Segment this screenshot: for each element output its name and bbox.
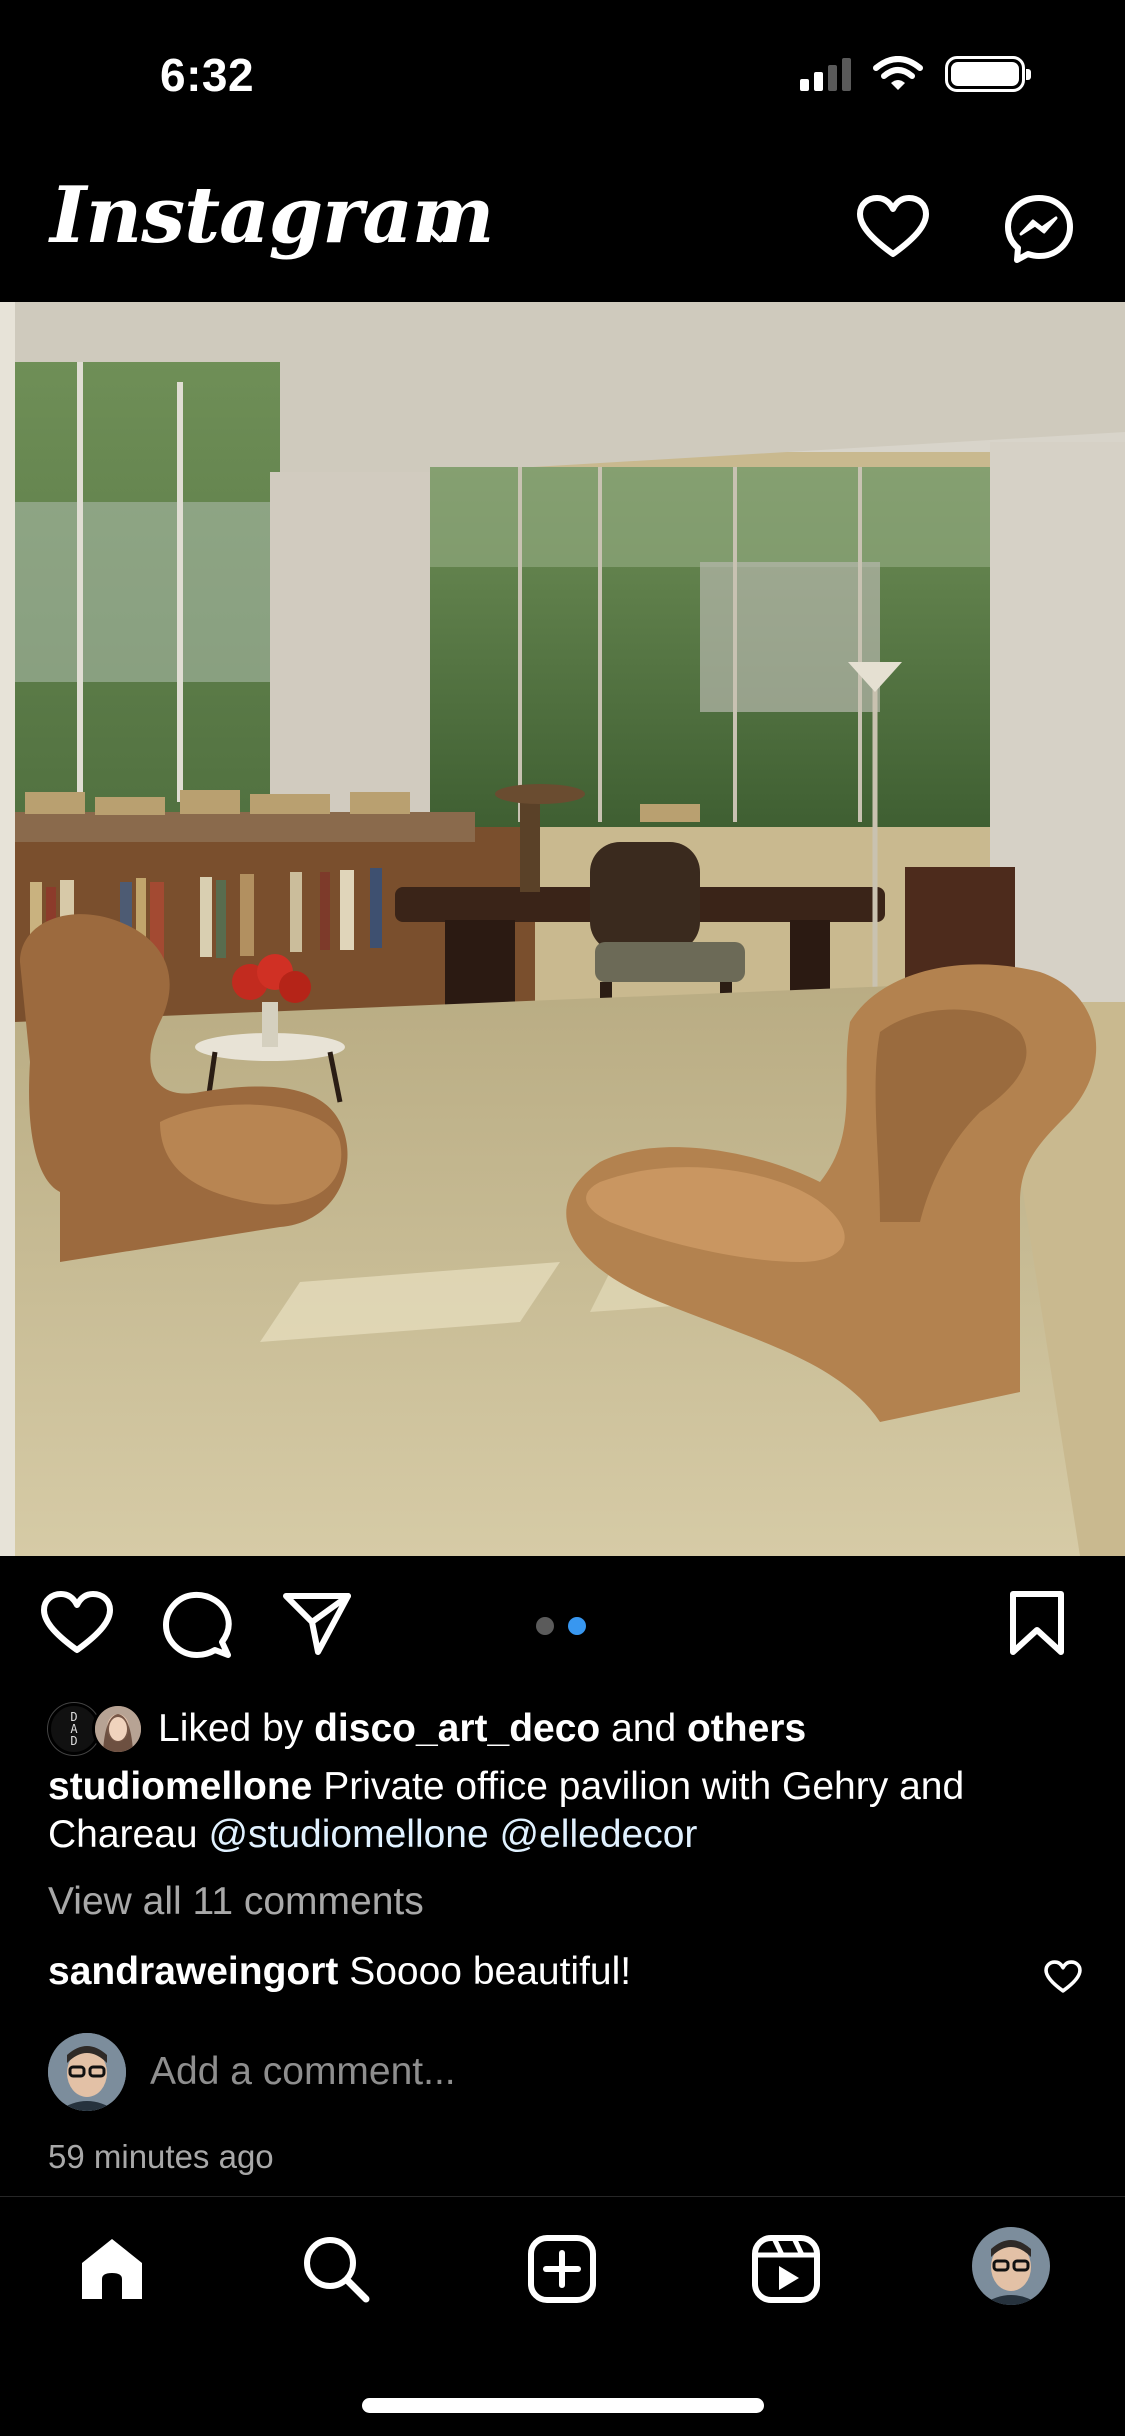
reels-icon[interactable] bbox=[750, 2233, 822, 2305]
caption-mention-studiomellone[interactable]: @studiomellone bbox=[208, 1813, 488, 1856]
bookmark-icon[interactable] bbox=[1008, 1590, 1066, 1656]
create-icon[interactable] bbox=[526, 2233, 598, 2305]
add-comment-row bbox=[48, 2032, 750, 2112]
post-photo-illustration bbox=[0, 302, 1125, 1556]
avatar-monogram: D A D bbox=[70, 1710, 78, 1748]
app-header: Instagram bbox=[0, 150, 1125, 302]
status-bar: 6:32 bbox=[0, 0, 1125, 150]
home-icon[interactable] bbox=[76, 2233, 148, 2305]
caption-username[interactable]: studiomellone bbox=[48, 1765, 312, 1808]
view-all-comments-link[interactable]: View all 11 comments bbox=[48, 1880, 424, 1924]
profile-avatar[interactable] bbox=[972, 2227, 1050, 2305]
home-indicator bbox=[362, 2398, 764, 2413]
chevron-down-icon[interactable] bbox=[420, 220, 460, 250]
liker-username[interactable]: disco_art_deco bbox=[314, 1707, 600, 1750]
status-time: 6:32 bbox=[160, 49, 255, 101]
caption-space bbox=[489, 1813, 500, 1856]
like-icon[interactable] bbox=[40, 1590, 114, 1656]
add-comment-input[interactable] bbox=[150, 2050, 750, 2094]
share-icon[interactable] bbox=[282, 1590, 352, 1656]
post-caption: studiomellone Private office pavilion wi… bbox=[48, 1763, 1088, 1859]
carousel-dot bbox=[536, 1617, 554, 1635]
post-actions bbox=[0, 1590, 1125, 1664]
my-avatar bbox=[48, 2033, 126, 2111]
comment-icon[interactable] bbox=[162, 1590, 232, 1660]
likes-and: and bbox=[600, 1707, 687, 1750]
cellular-signal-icon bbox=[800, 57, 851, 91]
comment-username[interactable]: sandraweingort bbox=[48, 1950, 338, 1993]
messenger-icon[interactable] bbox=[1004, 194, 1074, 264]
liker-avatars: D A D bbox=[48, 1701, 146, 1757]
top-comment: sandraweingort Soooo beautiful! bbox=[48, 1950, 631, 1994]
likes-others-link[interactable]: others bbox=[687, 1707, 806, 1750]
likes-summary[interactable]: D A D Liked by disco_art_deco and others bbox=[48, 1700, 806, 1758]
instagram-feed-screen: 6:32 Instagram D A D Liked by disco_art_… bbox=[0, 0, 1125, 2436]
post-image[interactable] bbox=[0, 302, 1125, 1556]
carousel-indicator bbox=[536, 1617, 586, 1635]
battery-icon bbox=[945, 56, 1031, 92]
status-icons bbox=[800, 56, 1031, 92]
likes-text: Liked by disco_art_deco and others bbox=[158, 1707, 806, 1751]
comment-like-icon[interactable] bbox=[1044, 1960, 1082, 1994]
caption-mention-elledecor[interactable]: @elledecor bbox=[500, 1813, 698, 1856]
likes-prefix: Liked by bbox=[158, 1707, 315, 1750]
search-icon[interactable] bbox=[300, 2233, 372, 2305]
comment-text: Soooo beautiful! bbox=[338, 1950, 632, 1993]
carousel-dot-active bbox=[568, 1617, 586, 1635]
wifi-icon bbox=[873, 56, 923, 90]
post-timestamp: 59 minutes ago bbox=[48, 2138, 274, 2175]
heart-icon[interactable] bbox=[856, 194, 930, 260]
avatar-liker bbox=[92, 1703, 144, 1755]
